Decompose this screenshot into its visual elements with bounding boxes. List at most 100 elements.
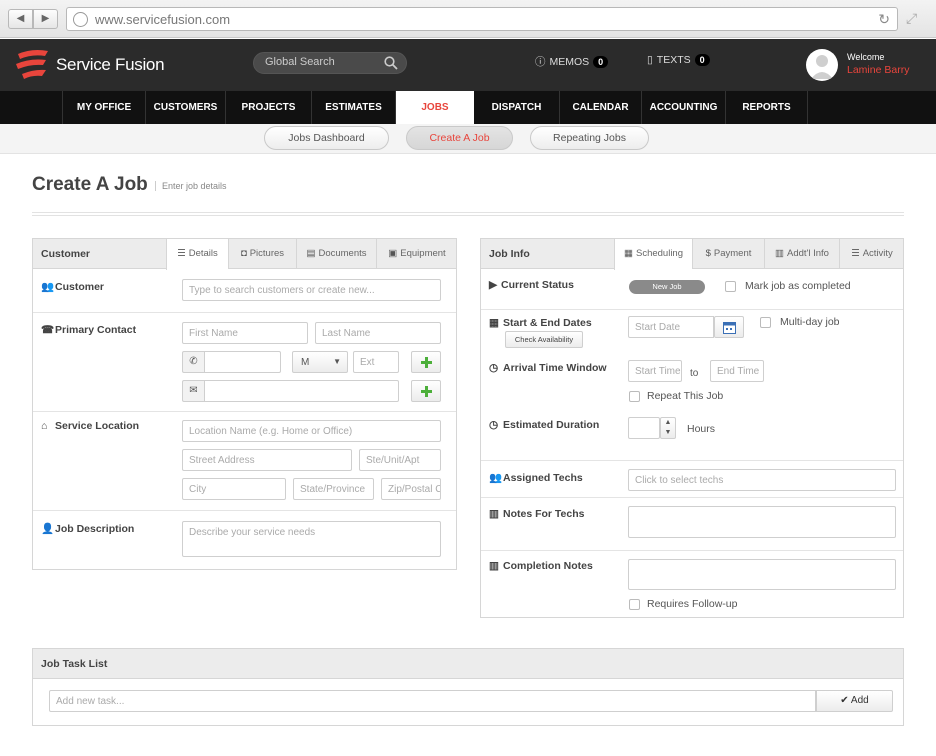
- customer-panel-title: Customer: [41, 248, 91, 260]
- unit-field[interactable]: Ste/Unit/Apt: [359, 449, 441, 471]
- texts-label: TEXTS: [656, 54, 691, 66]
- globe-icon: [73, 12, 88, 27]
- location-name-field[interactable]: Location Name (e.g. Home or Office): [182, 420, 441, 442]
- customer-label: Customer: [55, 281, 105, 293]
- tab-payment[interactable]: $ Payment: [692, 239, 764, 269]
- nav-projects[interactable]: PROJECTS: [226, 91, 312, 124]
- duration-stepper[interactable]: ▲ ▼: [660, 417, 676, 439]
- nav-estimates[interactable]: ESTIMATES: [312, 91, 396, 124]
- zip-field[interactable]: Zip/Postal C: [381, 478, 441, 500]
- clock-icon: ◷: [489, 419, 499, 431]
- email-field[interactable]: [204, 380, 399, 402]
- start-date-field[interactable]: Start Date: [628, 316, 714, 338]
- clock-icon: ◷: [489, 362, 499, 374]
- completion-notes-field[interactable]: [628, 559, 896, 590]
- main-nav: MY OFFICE CUSTOMERS PROJECTS ESTIMATES J…: [0, 91, 936, 124]
- tab-activity-label: Activity: [862, 248, 893, 259]
- mark-completed-checkbox[interactable]: [725, 281, 736, 292]
- notes-techs-field[interactable]: [628, 506, 896, 538]
- requires-followup-label: Requires Follow-up: [647, 598, 738, 610]
- check-availability-button[interactable]: Check Availability: [505, 331, 583, 348]
- tab-documents[interactable]: ▤ Documents: [296, 239, 376, 269]
- customer-search-input[interactable]: Type to search customers or create new..…: [182, 279, 441, 301]
- user-name[interactable]: Lamine Barry: [847, 64, 909, 76]
- add-phone-button[interactable]: [411, 351, 441, 373]
- tab-pictures[interactable]: ◘ Pictures: [228, 239, 296, 269]
- nav-jobs[interactable]: JOBS: [396, 91, 474, 124]
- forward-button[interactable]: ▶: [33, 9, 58, 29]
- job-task-panel-header: Job Task List: [33, 649, 903, 679]
- phone-field[interactable]: [204, 351, 281, 373]
- nav-accounting[interactable]: ACCOUNTING: [642, 91, 726, 124]
- job-info-panel: Job Info ▦ Scheduling $ Payment ▥ Addt'l In…: [480, 238, 904, 618]
- global-search[interactable]: [253, 52, 407, 74]
- ext-field[interactable]: Ext: [353, 351, 399, 373]
- row-divider: [33, 312, 456, 313]
- nav-customers[interactable]: CUSTOMERS: [146, 91, 226, 124]
- memos-link[interactable]: ⓘ MEMOS 0: [535, 54, 609, 69]
- street-address-field[interactable]: Street Address: [182, 449, 352, 471]
- row-divider: [481, 550, 903, 551]
- reload-icon[interactable]: ↻: [878, 11, 890, 28]
- completion-notes-row-label: ▥ Completion Notes: [489, 560, 593, 572]
- repeat-job-checkbox[interactable]: [629, 391, 640, 402]
- memos-label: MEMOS: [549, 56, 590, 68]
- user-silhouette-icon: [811, 55, 833, 79]
- avatar[interactable]: [806, 49, 838, 81]
- logo-text[interactable]: Service Fusion: [56, 55, 165, 75]
- assigned-techs-field[interactable]: Click to select techs: [628, 469, 896, 491]
- start-time-field[interactable]: Start Time: [628, 360, 682, 382]
- nav-reports[interactable]: REPORTS: [726, 91, 808, 124]
- status-badge[interactable]: New Job: [629, 280, 705, 294]
- memos-count-badge: 0: [593, 56, 609, 68]
- arrival-window-label: Arrival Time Window: [503, 362, 607, 374]
- repeating-jobs-button[interactable]: Repeating Jobs: [530, 126, 649, 150]
- tab-equipment[interactable]: ▣ Equipment: [376, 239, 457, 269]
- jobs-sub-nav: Jobs Dashboard Create A Job Repeating Jo…: [0, 124, 936, 154]
- row-divider: [33, 510, 456, 511]
- city-field[interactable]: City: [182, 478, 286, 500]
- duration-row-label: ◷ Estimated Duration: [489, 419, 599, 431]
- duration-field[interactable]: [628, 417, 660, 439]
- phone-type-select[interactable]: M ▼: [292, 351, 348, 373]
- tab-details[interactable]: ☰ Details: [166, 239, 228, 270]
- last-name-field[interactable]: Last Name: [315, 322, 441, 344]
- tab-details-label: Details: [188, 248, 218, 259]
- service-location-label: Service Location: [55, 420, 140, 432]
- global-search-input[interactable]: [265, 56, 385, 68]
- nav-dispatch[interactable]: DISPATCH: [474, 91, 560, 124]
- address-bar[interactable]: www.servicefusion.com ↻: [66, 7, 898, 31]
- service-location-row-label: ⌂ Service Location: [41, 420, 139, 432]
- chevron-down-icon: ▼: [333, 357, 341, 366]
- state-field[interactable]: State/Province: [293, 478, 374, 500]
- jobs-dashboard-button[interactable]: Jobs Dashboard: [264, 126, 389, 150]
- clipboard-icon: ▥: [489, 560, 499, 572]
- nav-calendar[interactable]: CALENDAR: [560, 91, 642, 124]
- email-icon: ✉: [182, 380, 204, 402]
- back-button[interactable]: ◀: [8, 9, 33, 29]
- create-job-button[interactable]: Create A Job: [406, 126, 513, 150]
- tab-documents-label: Documents: [318, 248, 367, 259]
- tab-activity[interactable]: ☰ Activity: [839, 239, 904, 269]
- texts-link[interactable]: ▯ TEXTS 0: [647, 54, 710, 66]
- mark-completed-label: Mark job as completed: [745, 280, 851, 292]
- nav-my-office[interactable]: MY OFFICE: [62, 91, 146, 124]
- job-description-field[interactable]: Describe your service needs: [182, 521, 441, 557]
- browser-toolbar: ◀ ▶ www.servicefusion.com ↻ ⤢: [0, 0, 936, 38]
- add-email-button[interactable]: [411, 380, 441, 402]
- new-task-input[interactable]: Add new task...: [49, 690, 816, 712]
- requires-followup-checkbox[interactable]: [629, 599, 640, 610]
- end-time-field[interactable]: End Time: [710, 360, 764, 382]
- add-task-button[interactable]: ✔ Add: [816, 690, 893, 712]
- first-name-field[interactable]: First Name: [182, 322, 308, 344]
- list-icon: ☰: [851, 248, 860, 259]
- multi-day-checkbox[interactable]: [760, 317, 771, 328]
- tab-scheduling[interactable]: ▦ Scheduling: [614, 239, 692, 270]
- date-picker-button[interactable]: [714, 316, 744, 338]
- fullscreen-icon[interactable]: ⤢: [906, 10, 917, 27]
- service-fusion-logo-icon[interactable]: [14, 48, 50, 80]
- search-icon[interactable]: [384, 56, 398, 70]
- clipboard-icon: ▥: [775, 248, 785, 259]
- tab-additional-info[interactable]: ▥ Addt'l Info: [764, 239, 839, 269]
- dates-row-label: ▦ Start & End Dates: [489, 317, 592, 329]
